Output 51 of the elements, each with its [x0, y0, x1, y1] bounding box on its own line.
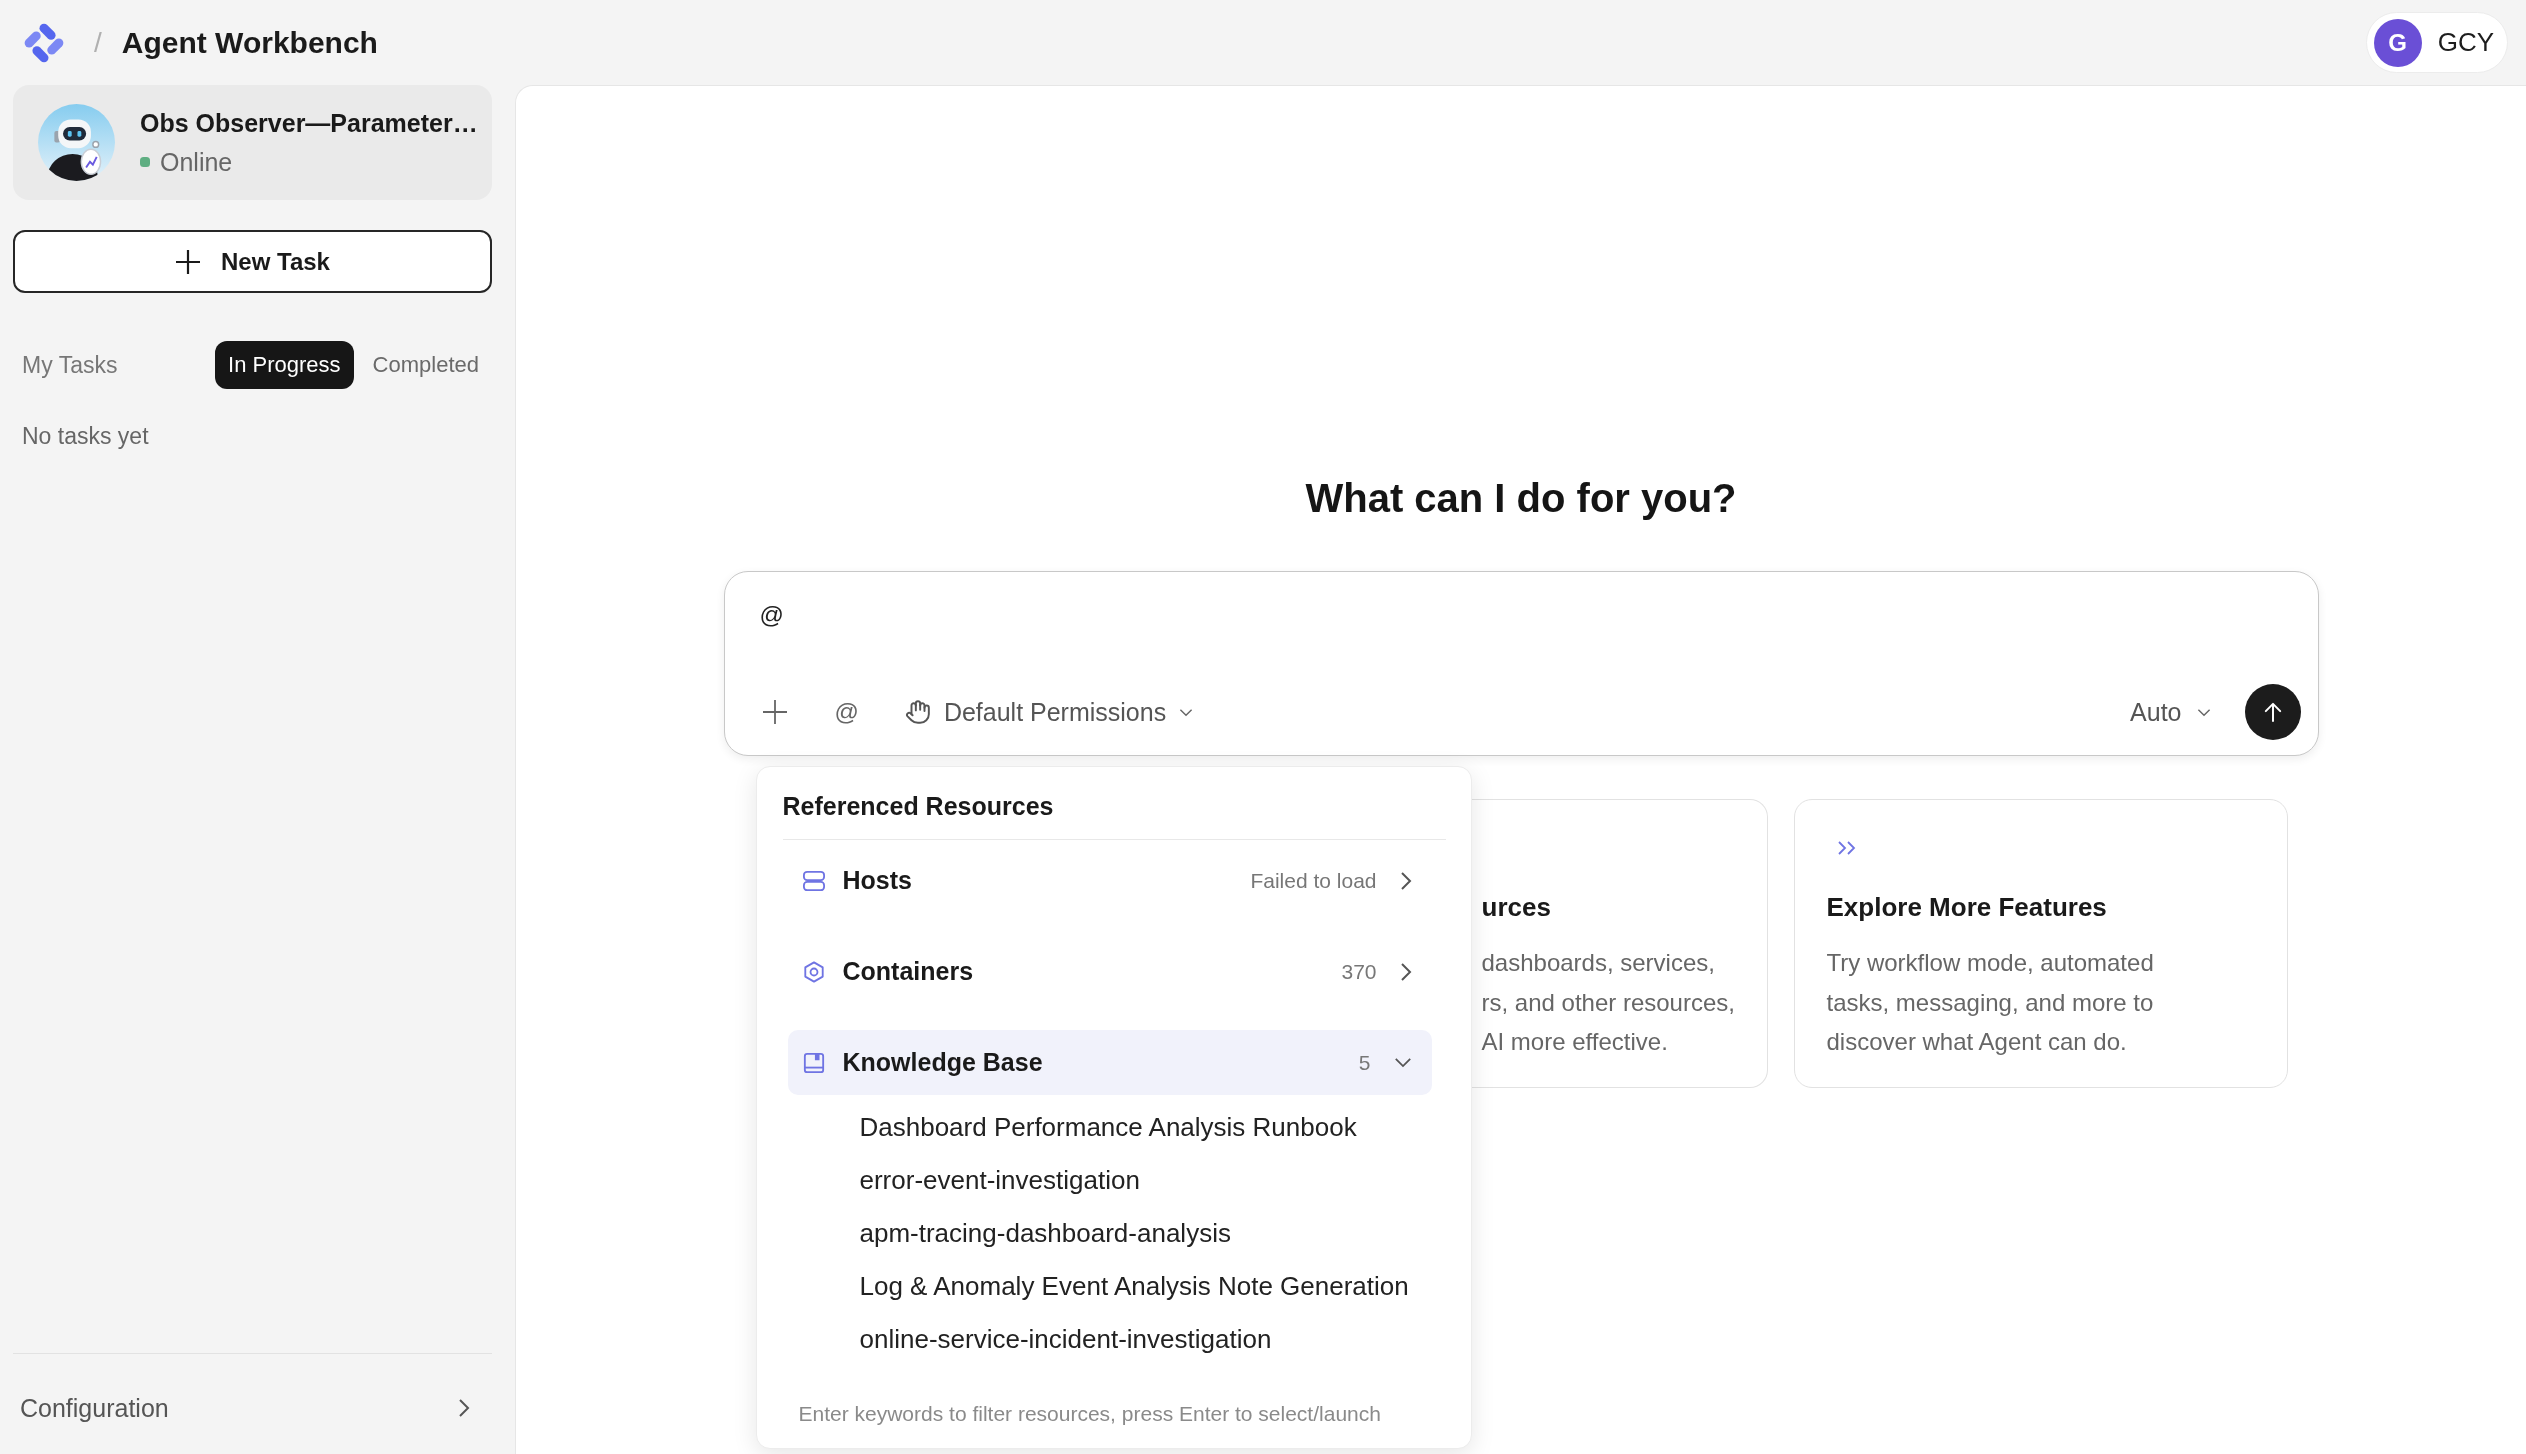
knowledge-item[interactable]: online-service-incident-investigation [859, 1313, 1272, 1366]
new-task-button[interactable]: New Task [13, 230, 492, 293]
menu-title: Referenced Resources [782, 791, 1054, 821]
task-tab[interactable]: Completed [359, 341, 492, 389]
page-title: Agent Workbench [121, 25, 378, 60]
plus-icon [761, 699, 788, 725]
double-chevron-icon [1836, 840, 1857, 856]
chevron-right-icon [458, 1398, 470, 1418]
menu-hint: Enter keywords to filter resources, press Enter to select/launch [798, 1401, 1381, 1427]
feature-card[interactable]: Explore More Features Try workflow mode, automated tasks, messaging, and more to discover what Agent can do. [1793, 799, 2288, 1088]
agent-status: Online [160, 147, 233, 177]
resource-category[interactable]: Hosts Failed to load [787, 848, 1432, 913]
user-menu[interactable]: G GCY [2365, 12, 2508, 73]
category-status: 5 [1358, 1050, 1371, 1075]
user-avatar: G [2373, 18, 2422, 67]
task-tab[interactable]: In Progress [215, 341, 354, 389]
category-status: Failed to load [1250, 868, 1377, 893]
card-description-line: AI more effective. [1481, 1027, 1668, 1057]
empty-state-text: No tasks yet [21, 423, 149, 450]
knowledge-item[interactable]: apm-tracing-dashboard-analysis [859, 1207, 1231, 1260]
permissions-dropdown[interactable]: Default Permissions [904, 697, 1194, 727]
hexagon-icon [802, 960, 825, 983]
prompt-input[interactable]: @ [759, 594, 2283, 636]
prompt-heading: What can I do for you? [1305, 475, 1737, 522]
agent-card[interactable]: Obs Observer—Parameter… Online [13, 85, 492, 200]
breadcrumb-separator: / [94, 26, 102, 59]
arrow-up-icon [2263, 702, 2282, 722]
add-button[interactable] [761, 699, 788, 725]
card-description-line: rs, and other resources, [1481, 987, 1735, 1018]
card-description: Try workflow mode, automated tasks, messaging, and more to discover what Agent can do. [1826, 948, 2155, 1057]
configuration-button[interactable]: Configuration [13, 1384, 492, 1432]
hand-icon [904, 699, 931, 725]
card-title: Explore More Features [1826, 891, 2107, 923]
section-label: My Tasks [22, 351, 118, 379]
model-dropdown[interactable]: Auto [2130, 697, 2211, 727]
resource-category[interactable]: Knowledge Base 5 [787, 1030, 1432, 1095]
chevron-down-icon [2196, 707, 2211, 717]
feature-card[interactable]: urces dashboards, services, rs, and other resources, AI more effective. [1471, 799, 1768, 1088]
chevron-down-icon [1179, 707, 1194, 717]
mention-button[interactable]: @ [834, 698, 859, 726]
plus-icon [175, 248, 202, 275]
agent-name: Obs Observer—Parameter… [140, 108, 478, 138]
resource-category[interactable]: Containers 370 [787, 939, 1432, 1004]
card-description-line: dashboards, services, [1481, 948, 1715, 978]
notebook-icon [802, 1051, 825, 1074]
server-icon [802, 869, 825, 892]
knowledge-item[interactable]: Log & Anomaly Event Analysis Note Generation [859, 1260, 1409, 1313]
card-title: urces [1481, 891, 1551, 923]
category-status: 370 [1341, 959, 1377, 984]
knowledge-item[interactable]: error-event-investigation [859, 1154, 1140, 1207]
knowledge-item[interactable]: Dashboard Performance Analysis Runbook [859, 1101, 1357, 1154]
